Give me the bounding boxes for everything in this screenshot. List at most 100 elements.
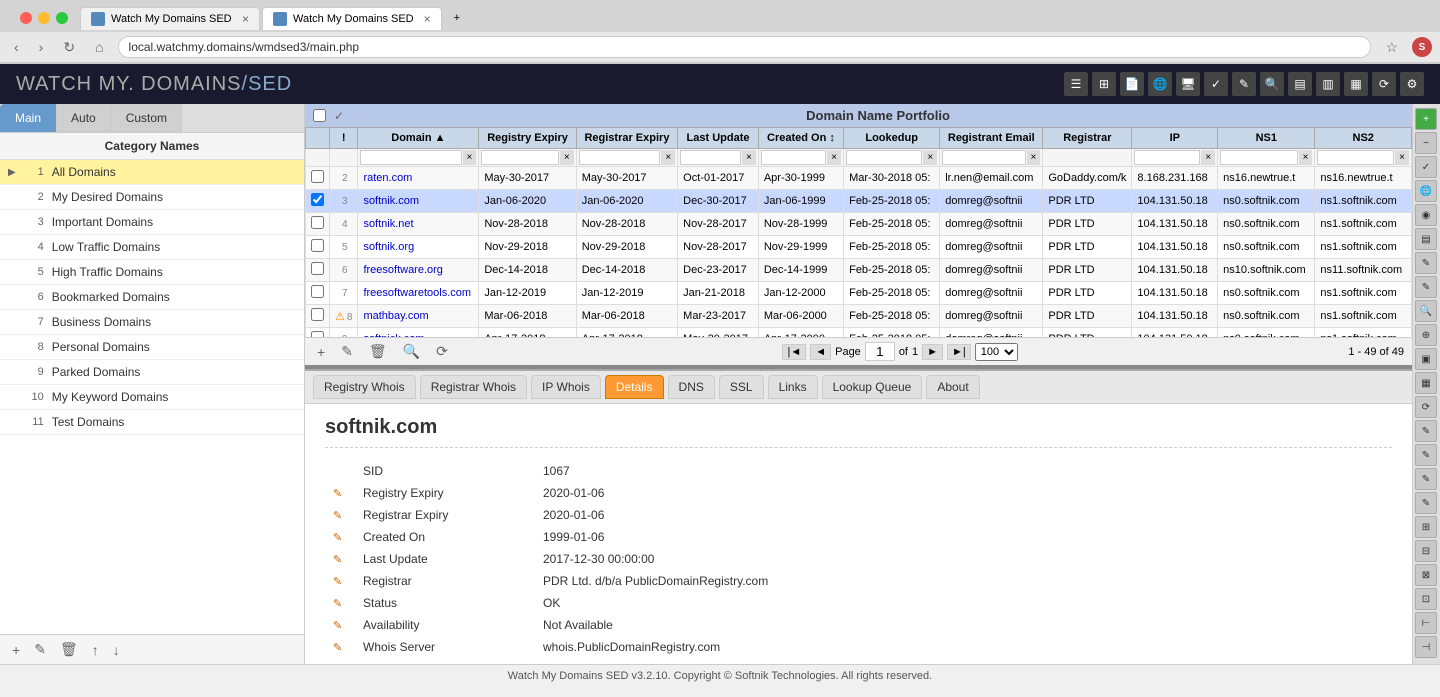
rs-btn-20[interactable]: ⊡ (1415, 588, 1437, 610)
header-icon-globe[interactable]: 🌐 (1148, 72, 1172, 96)
tab-ip-whois[interactable]: IP Whois (531, 375, 601, 399)
filter-created[interactable] (761, 150, 826, 165)
rs-btn-3[interactable]: 🌐 (1415, 180, 1437, 202)
sidebar-item-9[interactable]: ▶ 9 Parked Domains (0, 360, 304, 385)
row-checkbox-cell[interactable] (306, 305, 330, 328)
filter-email-clear[interactable]: × (1027, 150, 1041, 165)
row-checkbox[interactable] (311, 170, 324, 183)
edit-registrar-icon[interactable]: ✎ (333, 576, 342, 588)
row-domain[interactable]: freesoftware.org (358, 259, 479, 282)
row-domain[interactable]: softnik.org (358, 236, 479, 259)
sidebar-down-btn[interactable]: ↓ (109, 639, 124, 660)
sidebar-item-5[interactable]: ▶ 5 High Traffic Domains (0, 260, 304, 285)
rs-btn-15[interactable]: ✎ (1415, 468, 1437, 490)
edit-last-upd-icon[interactable]: ✎ (333, 554, 342, 566)
col-ns2[interactable]: NS2 (1315, 128, 1412, 149)
header-icon-menu[interactable]: ☰ (1064, 72, 1088, 96)
header-icon-rows[interactable]: ▦ (1344, 72, 1368, 96)
page-prev[interactable]: ◄ (810, 344, 831, 360)
rs-add-btn[interactable]: + (1415, 108, 1437, 130)
rs-btn-8[interactable]: 🔍 (1415, 300, 1437, 322)
rs-btn-9[interactable]: ⊕ (1415, 324, 1437, 346)
row-checkbox[interactable] (311, 262, 324, 275)
header-icon-edit[interactable]: ✎ (1232, 72, 1256, 96)
sidebar-item-3[interactable]: ▶ 3 Important Domains (0, 210, 304, 235)
tab-details[interactable]: Details (605, 375, 664, 399)
edit-availability-icon[interactable]: ✎ (333, 620, 342, 632)
rs-btn-4[interactable]: ◉ (1415, 204, 1437, 226)
refresh-domain-btn[interactable]: ⟳ (432, 341, 452, 362)
row-checkbox-cell[interactable] (306, 236, 330, 259)
row-checkbox-cell[interactable] (306, 259, 330, 282)
browser-tab-1[interactable]: Watch My Domains SED Serve × (80, 7, 260, 30)
tab-main[interactable]: Main (0, 104, 56, 132)
filter-ns1-clear[interactable]: × (1299, 150, 1313, 165)
rs-btn-13[interactable]: ✎ (1415, 420, 1437, 442)
header-icon-check[interactable]: ✓ (1204, 72, 1228, 96)
sidebar-add-btn[interactable]: + (8, 639, 24, 660)
sidebar-item-10[interactable]: ▶ 10 My Keyword Domains (0, 385, 304, 410)
bookmark-button[interactable]: ☆ (1379, 37, 1404, 58)
filter-created-clear[interactable]: × (827, 150, 841, 165)
sidebar-up-btn[interactable]: ↑ (88, 639, 103, 660)
filter-last-upd[interactable] (680, 150, 741, 165)
row-checkbox[interactable] (311, 308, 324, 321)
page-first[interactable]: |◄ (782, 344, 806, 360)
filter-rar-exp[interactable] (579, 150, 661, 165)
rs-btn-21[interactable]: ⊢ (1415, 612, 1437, 634)
rs-btn-12[interactable]: ⟳ (1415, 396, 1437, 418)
reload-button[interactable]: ↻ (57, 37, 81, 58)
sidebar-item-2[interactable]: ▶ 2 My Desired Domains (0, 185, 304, 210)
sidebar-item-8[interactable]: ▶ 8 Personal Domains (0, 335, 304, 360)
header-icon-grid[interactable]: ⊞ (1092, 72, 1116, 96)
tab-lookup-queue[interactable]: Lookup Queue (822, 375, 923, 399)
rs-btn-11[interactable]: ▦ (1415, 372, 1437, 394)
sidebar-item-7[interactable]: ▶ 7 Business Domains (0, 310, 304, 335)
sidebar-edit-btn[interactable]: ✎ (30, 639, 50, 660)
filter-reg-exp-clear[interactable]: × (560, 150, 574, 165)
edit-domain-btn[interactable]: ✎ (337, 341, 357, 362)
maximize-button[interactable] (56, 12, 68, 24)
rs-btn-16[interactable]: ✎ (1415, 492, 1437, 514)
filter-lookedup[interactable] (846, 150, 922, 165)
table-wrapper[interactable]: ! Domain ▲ Registry Expiry Registrar Exp… (305, 127, 1412, 337)
col-ip[interactable]: IP (1132, 128, 1218, 149)
rs-btn-22[interactable]: ⊣ (1415, 636, 1437, 658)
sidebar-item-4[interactable]: ▶ 4 Low Traffic Domains (0, 235, 304, 260)
table-row[interactable]: 7freesoftwaretools.comJan-12-2019Jan-12-… (306, 282, 1412, 305)
col-created[interactable]: Created On ↕ (758, 128, 843, 149)
header-icon-doc[interactable]: 📄 (1120, 72, 1144, 96)
rs-btn-1[interactable]: − (1415, 132, 1437, 154)
row-checkbox-cell[interactable] (306, 282, 330, 305)
tab-auto[interactable]: Auto (56, 104, 111, 132)
table-row[interactable]: 6freesoftware.orgDec-14-2018Dec-14-2018D… (306, 259, 1412, 282)
header-icon-search[interactable]: 🔍 (1260, 72, 1284, 96)
row-checkbox[interactable] (311, 193, 324, 206)
col-email[interactable]: Registrant Email (940, 128, 1043, 149)
tab-close-1[interactable]: × (242, 12, 249, 26)
edit-reg-exp-icon[interactable]: ✎ (333, 488, 342, 500)
col-last-upd[interactable]: Last Update (678, 128, 759, 149)
filter-ns2[interactable] (1317, 150, 1394, 165)
row-checkbox-cell[interactable] (306, 328, 330, 338)
filter-lookedup-clear[interactable]: × (923, 150, 937, 165)
row-domain[interactable]: softnik.net (358, 213, 479, 236)
select-all-checkbox[interactable] (313, 109, 326, 122)
table-row[interactable]: 3softnik.comJan-06-2020Jan-06-2020Dec-30… (306, 190, 1412, 213)
search-domain-btn[interactable]: 🔍 (399, 341, 424, 362)
col-lookedup[interactable]: Lookedup (844, 128, 940, 149)
forward-button[interactable]: › (33, 37, 50, 57)
tab-about[interactable]: About (926, 375, 979, 399)
filter-ip[interactable] (1134, 150, 1200, 165)
row-domain[interactable]: softnik.com (358, 190, 479, 213)
rs-btn-19[interactable]: ⊠ (1415, 564, 1437, 586)
new-tab-button[interactable]: + (444, 8, 474, 28)
edit-created-icon[interactable]: ✎ (333, 532, 342, 544)
row-checkbox[interactable] (311, 216, 324, 229)
rs-btn-7[interactable]: ✎ (1415, 276, 1437, 298)
tab-dns[interactable]: DNS (668, 375, 715, 399)
rs-btn-14[interactable]: ✎ (1415, 444, 1437, 466)
header-icon-cols[interactable]: ▥ (1316, 72, 1340, 96)
row-domain[interactable]: raten.com (358, 167, 479, 190)
url-bar[interactable] (118, 36, 1372, 58)
